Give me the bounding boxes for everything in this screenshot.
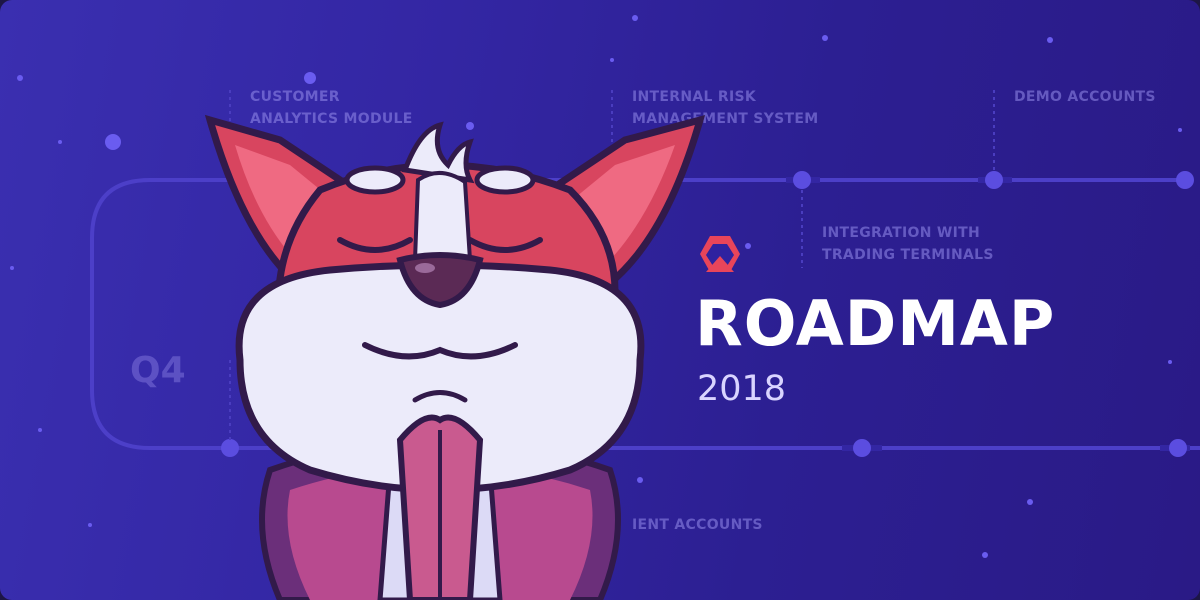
star-dot (58, 140, 62, 144)
fox-mascot (204, 114, 706, 600)
star-dot (38, 428, 42, 432)
milestone-trading-terminals: INTEGRATION WITH TRADING TERMINALS (822, 225, 994, 263)
timeline-node (793, 171, 811, 189)
page-title: ROADMAP (695, 287, 1056, 360)
star-dot (17, 75, 23, 81)
timeline-node (1176, 171, 1194, 189)
milestone-demo-accounts: DEMO ACCOUNTS (1014, 89, 1156, 105)
star-dot (10, 266, 14, 270)
star-dot (1178, 128, 1182, 132)
star-dot (632, 15, 638, 21)
star-dot (982, 552, 988, 558)
star-dot (88, 523, 92, 527)
star-dot (1027, 499, 1033, 505)
star-dot (1168, 360, 1172, 364)
star-dot (1047, 37, 1053, 43)
star-dot (610, 58, 614, 62)
timeline-node (853, 439, 871, 457)
star-dot (304, 72, 316, 84)
star-dot (822, 35, 828, 41)
roadmap-banner: CUSTOMER ANALYTICS MODULE INTERNAL RISK … (0, 0, 1200, 600)
star-dot (105, 134, 121, 150)
star-dot (745, 243, 751, 249)
timeline-node (985, 171, 1003, 189)
hexagon-logo-icon (700, 236, 740, 272)
timeline-node (1169, 439, 1187, 457)
page-subtitle-year: 2018 (697, 369, 787, 409)
